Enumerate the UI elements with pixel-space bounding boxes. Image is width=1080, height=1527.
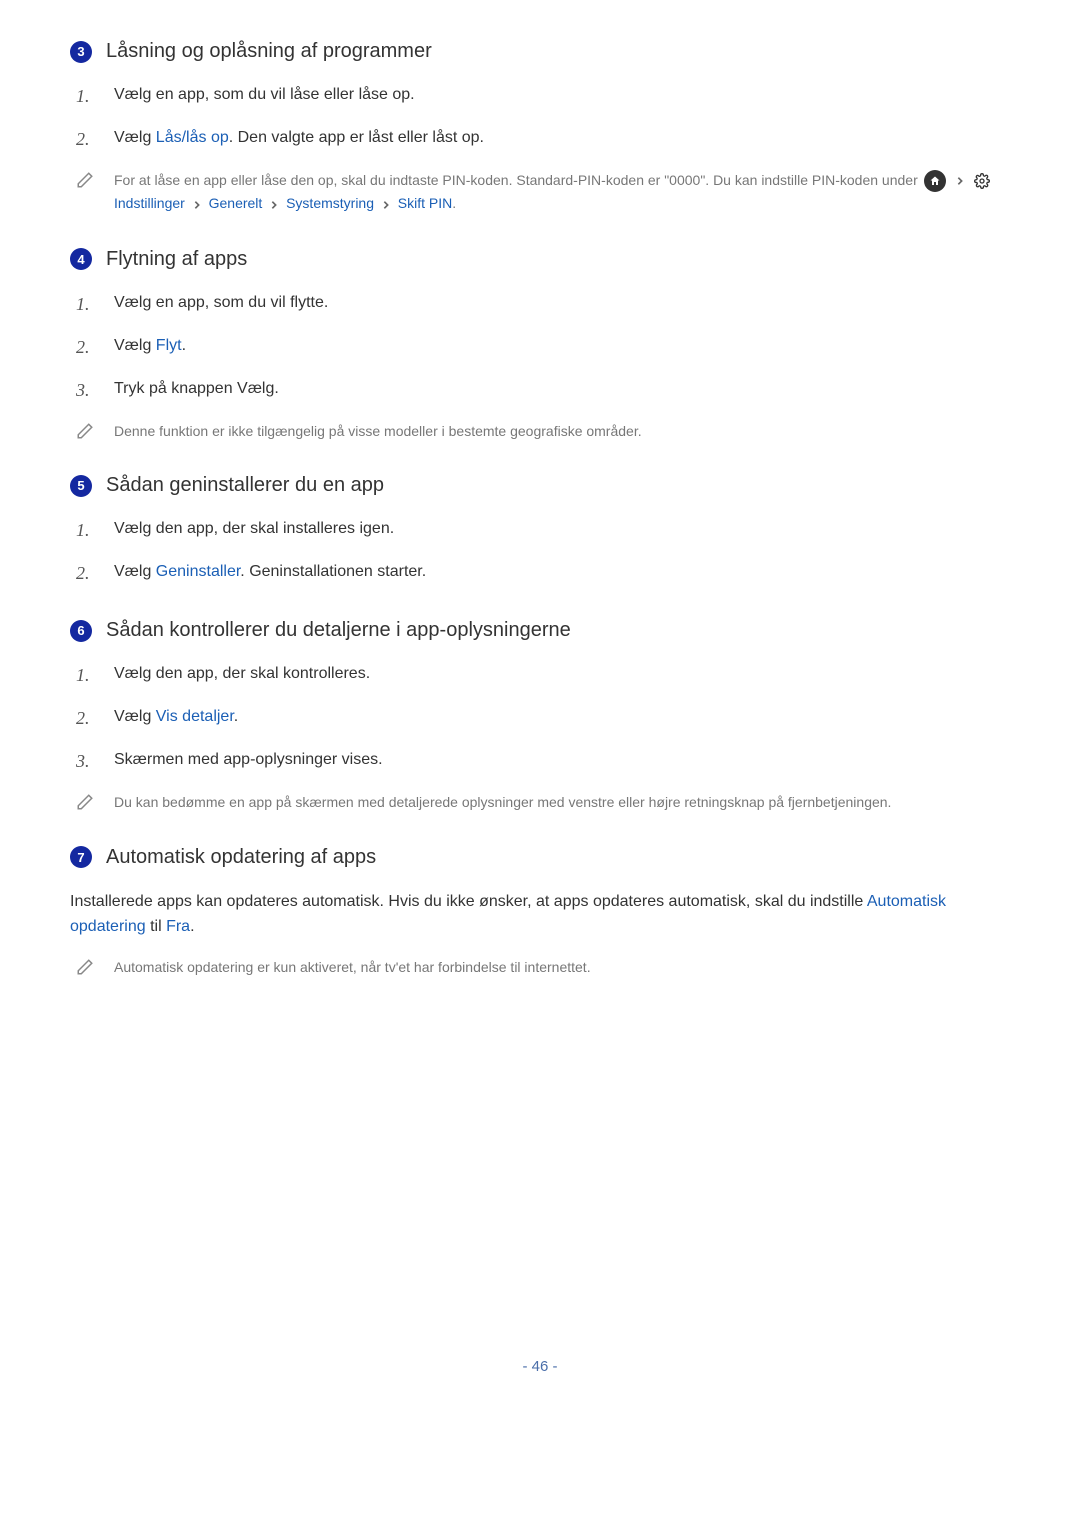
steps-5: 1. Vælg den app, der skal installeres ig… [70, 517, 1010, 587]
chevron-right-icon [382, 194, 390, 216]
path-general: Generelt [209, 195, 263, 211]
note-6: Du kan bedømme en app på skærmen med det… [76, 791, 1010, 813]
step-6-1: 1. Vælg den app, der skal kontrolleres. [76, 662, 1010, 689]
step-number: 1. [76, 83, 94, 110]
path-settings: Indstillinger [114, 195, 185, 211]
note-text: Automatisk opdatering er kun aktiveret, … [114, 956, 1010, 978]
para-7: Installerede apps kan opdateres automati… [70, 889, 1010, 940]
pencil-icon [76, 958, 94, 976]
step-4-2: 2. Vælg Flyt. [76, 334, 1010, 361]
note-4: Denne funktion er ikke tilgængelig på vi… [76, 420, 1010, 442]
step-text: Skærmen med app-oplysninger vises. [114, 748, 1010, 772]
step-text: Vælg den app, der skal installeres igen. [114, 517, 1010, 541]
badge-4: 4 [70, 248, 92, 270]
step-5-2: 2. Vælg Geninstaller. Geninstallationen … [76, 560, 1010, 587]
link-move: Flyt [156, 337, 182, 354]
para-pre: Installerede apps kan opdateres automati… [70, 893, 867, 910]
badge-3: 3 [70, 41, 92, 63]
badge-5: 5 [70, 475, 92, 497]
note-post: . [452, 195, 456, 211]
section-details: 6 Sådan kontrollerer du detaljerne i app… [70, 619, 1010, 813]
step-number: 1. [76, 291, 94, 318]
step-text: Vælg Vis detaljer. [114, 705, 1010, 729]
text-post: . [234, 708, 238, 725]
step-text: Vælg den app, der skal kontrolleres. [114, 662, 1010, 686]
text-post: . Geninstallationen starter. [240, 563, 426, 580]
step-number: 2. [76, 705, 94, 732]
heading-5-title: Sådan geninstallerer du en app [106, 474, 384, 497]
step-text: Tryk på knappen Vælg. [114, 377, 1010, 401]
steps-4: 1. Vælg en app, som du vil flytte. 2. Væ… [70, 291, 1010, 442]
step-text: Vælg en app, som du vil låse eller låse … [114, 83, 1010, 107]
para-post: . [190, 918, 194, 935]
heading-5: 5 Sådan geninstallerer du en app [70, 474, 1010, 497]
step-number: 2. [76, 334, 94, 361]
step-6-2: 2. Vælg Vis detaljer. [76, 705, 1010, 732]
badge-7: 7 [70, 846, 92, 868]
step-6-3: 3. Skærmen med app-oplysninger vises. [76, 748, 1010, 775]
section-locking: 3 Låsning og oplåsning af programmer 1. … [70, 40, 1010, 216]
text-pre: Vælg [114, 563, 156, 580]
step-text: Vælg Geninstaller. Geninstallationen sta… [114, 560, 1010, 584]
chevron-right-icon [956, 170, 964, 192]
step-number: 1. [76, 662, 94, 689]
path-sysmgmt: Systemstyring [286, 195, 374, 211]
step-5-1: 1. Vælg den app, der skal installeres ig… [76, 517, 1010, 544]
note-7: Automatisk opdatering er kun aktiveret, … [76, 956, 1010, 978]
step-4-3: 3. Tryk på knappen Vælg. [76, 377, 1010, 404]
step-number: 2. [76, 126, 94, 153]
note-text: For at låse en app eller låse den op, sk… [114, 169, 1010, 216]
link-view-details: Vis detaljer [156, 708, 234, 725]
note-text: Du kan bedømme en app på skærmen med det… [114, 791, 1010, 813]
link-reinstall: Geninstaller [156, 563, 241, 580]
section-autoupdate: 7 Automatisk opdatering af apps Installe… [70, 846, 1010, 979]
step-text: Vælg Flyt. [114, 334, 1010, 358]
step-text: Vælg Lås/lås op. Den valgte app er låst … [114, 126, 1010, 150]
section-reinstall: 5 Sådan geninstallerer du en app 1. Vælg… [70, 474, 1010, 587]
section-moving: 4 Flytning af apps 1. Vælg en app, som d… [70, 248, 1010, 442]
step-number: 3. [76, 748, 94, 775]
note-pre: For at låse en app eller låse den op, sk… [114, 172, 922, 188]
step-3-2: 2. Vælg Lås/lås op. Den valgte app er lå… [76, 126, 1010, 153]
steps-3: 1. Vælg en app, som du vil låse eller lå… [70, 83, 1010, 216]
heading-3-title: Låsning og oplåsning af programmer [106, 40, 432, 63]
text-post: . Den valgte app er låst eller låst op. [229, 129, 484, 146]
heading-4-title: Flytning af apps [106, 248, 247, 271]
pencil-icon [76, 171, 94, 189]
text-pre: Vælg [114, 337, 156, 354]
badge-6: 6 [70, 620, 92, 642]
step-number: 2. [76, 560, 94, 587]
heading-7: 7 Automatisk opdatering af apps [70, 846, 1010, 869]
step-number: 3. [76, 377, 94, 404]
note-3: For at låse en app eller låse den op, sk… [76, 169, 1010, 216]
steps-6: 1. Vælg den app, der skal kontrolleres. … [70, 662, 1010, 813]
notes-7: Automatisk opdatering er kun aktiveret, … [70, 956, 1010, 978]
step-3-1: 1. Vælg en app, som du vil låse eller lå… [76, 83, 1010, 110]
pencil-icon [76, 793, 94, 811]
chevron-right-icon [270, 194, 278, 216]
text-pre: Vælg [114, 708, 156, 725]
step-4-1: 1. Vælg en app, som du vil flytte. [76, 291, 1010, 318]
link-lock-unlock: Lås/lås op [156, 129, 229, 146]
text-pre: Vælg [114, 129, 156, 146]
note-text: Denne funktion er ikke tilgængelig på vi… [114, 420, 1010, 442]
pencil-icon [76, 422, 94, 440]
para-mid: til [146, 918, 166, 935]
heading-7-title: Automatisk opdatering af apps [106, 846, 376, 869]
home-icon [924, 170, 946, 192]
text-post: . [182, 337, 186, 354]
heading-3: 3 Låsning og oplåsning af programmer [70, 40, 1010, 63]
page-number: - 46 - [70, 1358, 1010, 1375]
step-text: Vælg en app, som du vil flytte. [114, 291, 1010, 315]
chevron-right-icon [193, 194, 201, 216]
heading-6: 6 Sådan kontrollerer du detaljerne i app… [70, 619, 1010, 642]
link-off: Fra [166, 918, 190, 935]
heading-4: 4 Flytning af apps [70, 248, 1010, 271]
gear-icon [973, 172, 991, 190]
heading-6-title: Sådan kontrollerer du detaljerne i app-o… [106, 619, 571, 642]
step-number: 1. [76, 517, 94, 544]
path-changepin: Skift PIN [398, 195, 452, 211]
